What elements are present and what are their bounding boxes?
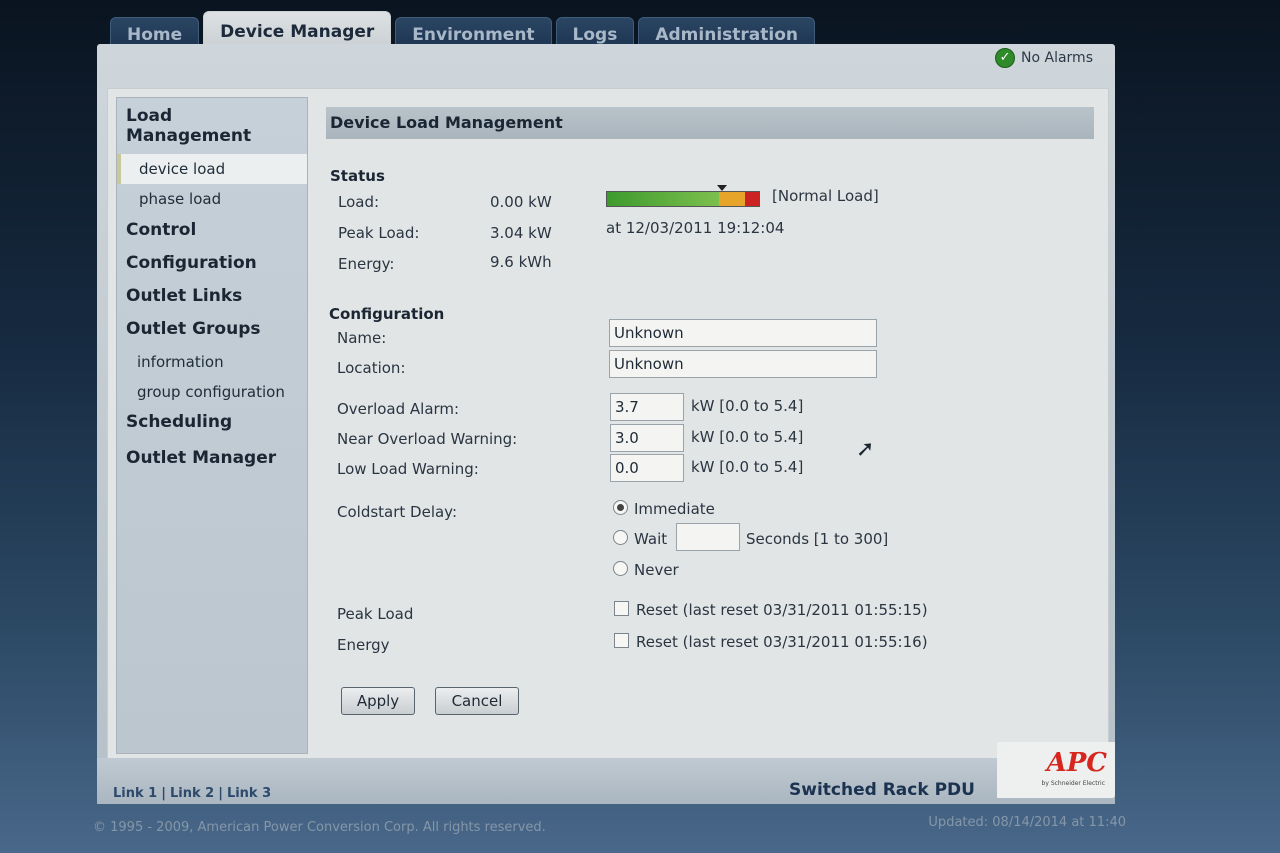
load-meter-red (745, 192, 759, 206)
overload-alarm-label: Overload Alarm: (337, 400, 460, 418)
footer-links: Link 1 | Link 2 | Link 3 (113, 786, 271, 801)
load-state: [Normal Load] (772, 187, 879, 205)
load-meter-pointer (716, 185, 727, 191)
radio-wait[interactable] (613, 530, 628, 545)
updated-timestamp: Updated: 08/14/2014 at 11:40 (928, 815, 1126, 830)
apc-logo: APC by Schneider Electric (997, 742, 1115, 798)
name-input[interactable]: Unknown (609, 319, 877, 347)
sidebar-item-information[interactable]: information (117, 347, 307, 377)
energy-reset-text: Reset (last reset 03/31/2011 01:55:16) (636, 633, 928, 651)
peak-load-value: 3.04 kW (490, 224, 552, 242)
name-label: Name: (337, 329, 387, 347)
load-meter-orange (719, 192, 745, 206)
sidebar-item-outlet-manager[interactable]: Outlet Manager (117, 440, 307, 476)
sidebar-item-device-load[interactable]: device load (117, 154, 307, 184)
wait-seconds-input[interactable] (676, 523, 740, 551)
location-input[interactable]: Unknown (609, 350, 877, 378)
load-value: 0.00 kW (490, 193, 552, 211)
low-load-input[interactable]: 0.0 (610, 454, 684, 482)
peak-load-reset-label: Peak Load (337, 605, 414, 623)
near-overload-range: kW [0.0 to 5.4] (691, 428, 804, 446)
main-area: Load Management device load phase load C… (107, 88, 1109, 760)
apc-logo-text: APC (1046, 748, 1107, 778)
low-load-label: Low Load Warning: (337, 460, 479, 478)
link-2[interactable]: Link 2 (170, 786, 214, 801)
sidebar-item-scheduling[interactable]: Scheduling (117, 407, 307, 440)
apply-button[interactable]: Apply (341, 687, 415, 715)
sidebar-item-outlet-groups[interactable]: Outlet Groups (117, 314, 307, 347)
page-container: ✓ No Alarms Load Management device load … (97, 44, 1115, 804)
load-meter (606, 191, 760, 207)
sidebar-item-phase-load[interactable]: phase load (117, 184, 307, 214)
sidebar-item-group-configuration[interactable]: group configuration (117, 377, 307, 407)
copyright-text: © 1995 - 2009, American Power Conversion… (93, 820, 546, 835)
wait-range: Seconds [1 to 300] (746, 530, 889, 548)
link-1[interactable]: Link 1 (113, 786, 157, 801)
never-label: Never (634, 561, 679, 579)
radio-never[interactable] (613, 561, 628, 576)
peak-load-reset-text: Reset (last reset 03/31/2011 01:55:15) (636, 601, 928, 619)
wait-label: Wait (634, 530, 668, 548)
near-overload-input[interactable]: 3.0 (610, 424, 684, 452)
energy-value: 9.6 kWh (490, 253, 552, 271)
peak-load-time: at 12/03/2011 19:12:04 (606, 219, 785, 237)
load-label: Load: (338, 193, 380, 211)
content-panel: Device Load Management Status Load: 0.00… (326, 107, 1096, 747)
link-separator: | (161, 786, 166, 801)
panel-title: Device Load Management (326, 107, 1094, 139)
alarm-status[interactable]: ✓ No Alarms (995, 48, 1093, 68)
cancel-button[interactable]: Cancel (435, 687, 519, 715)
location-label: Location: (337, 359, 406, 377)
alarm-status-text: No Alarms (1021, 50, 1093, 66)
sidebar-item-outlet-links[interactable]: Outlet Links (117, 281, 307, 314)
check-icon: ✓ (995, 48, 1016, 68)
apc-logo-subtext: by Schneider Electric (1041, 780, 1105, 787)
radio-immediate[interactable] (613, 500, 628, 515)
sidebar: Load Management device load phase load C… (116, 97, 308, 754)
energy-label: Energy: (338, 255, 395, 273)
overload-alarm-range: kW [0.0 to 5.4] (691, 397, 804, 415)
footer-bar: Link 1 | Link 2 | Link 3 Switched Rack PDU A… (97, 742, 1115, 804)
configuration-heading: Configuration (329, 305, 445, 323)
low-load-range: kW [0.0 to 5.4] (691, 458, 804, 476)
immediate-label: Immediate (634, 500, 715, 518)
energy-reset-checkbox[interactable] (614, 633, 629, 648)
mouse-cursor-icon: ➚ (856, 437, 875, 462)
status-heading: Status (330, 167, 385, 185)
product-name: Switched Rack PDU (789, 780, 975, 800)
sidebar-item-load-management[interactable]: Load Management (117, 98, 307, 154)
energy-reset-label: Energy (337, 636, 390, 654)
coldstart-delay-label: Coldstart Delay: (337, 503, 458, 521)
load-meter-green (607, 192, 719, 206)
sidebar-item-control[interactable]: Control (117, 214, 307, 248)
overload-alarm-input[interactable]: 3.7 (610, 393, 684, 421)
link-separator: | (218, 786, 223, 801)
near-overload-label: Near Overload Warning: (337, 430, 518, 448)
link-3[interactable]: Link 3 (227, 786, 271, 801)
peak-load-reset-checkbox[interactable] (614, 601, 629, 616)
peak-load-label: Peak Load: (338, 224, 420, 242)
sidebar-item-configuration[interactable]: Configuration (117, 248, 307, 281)
